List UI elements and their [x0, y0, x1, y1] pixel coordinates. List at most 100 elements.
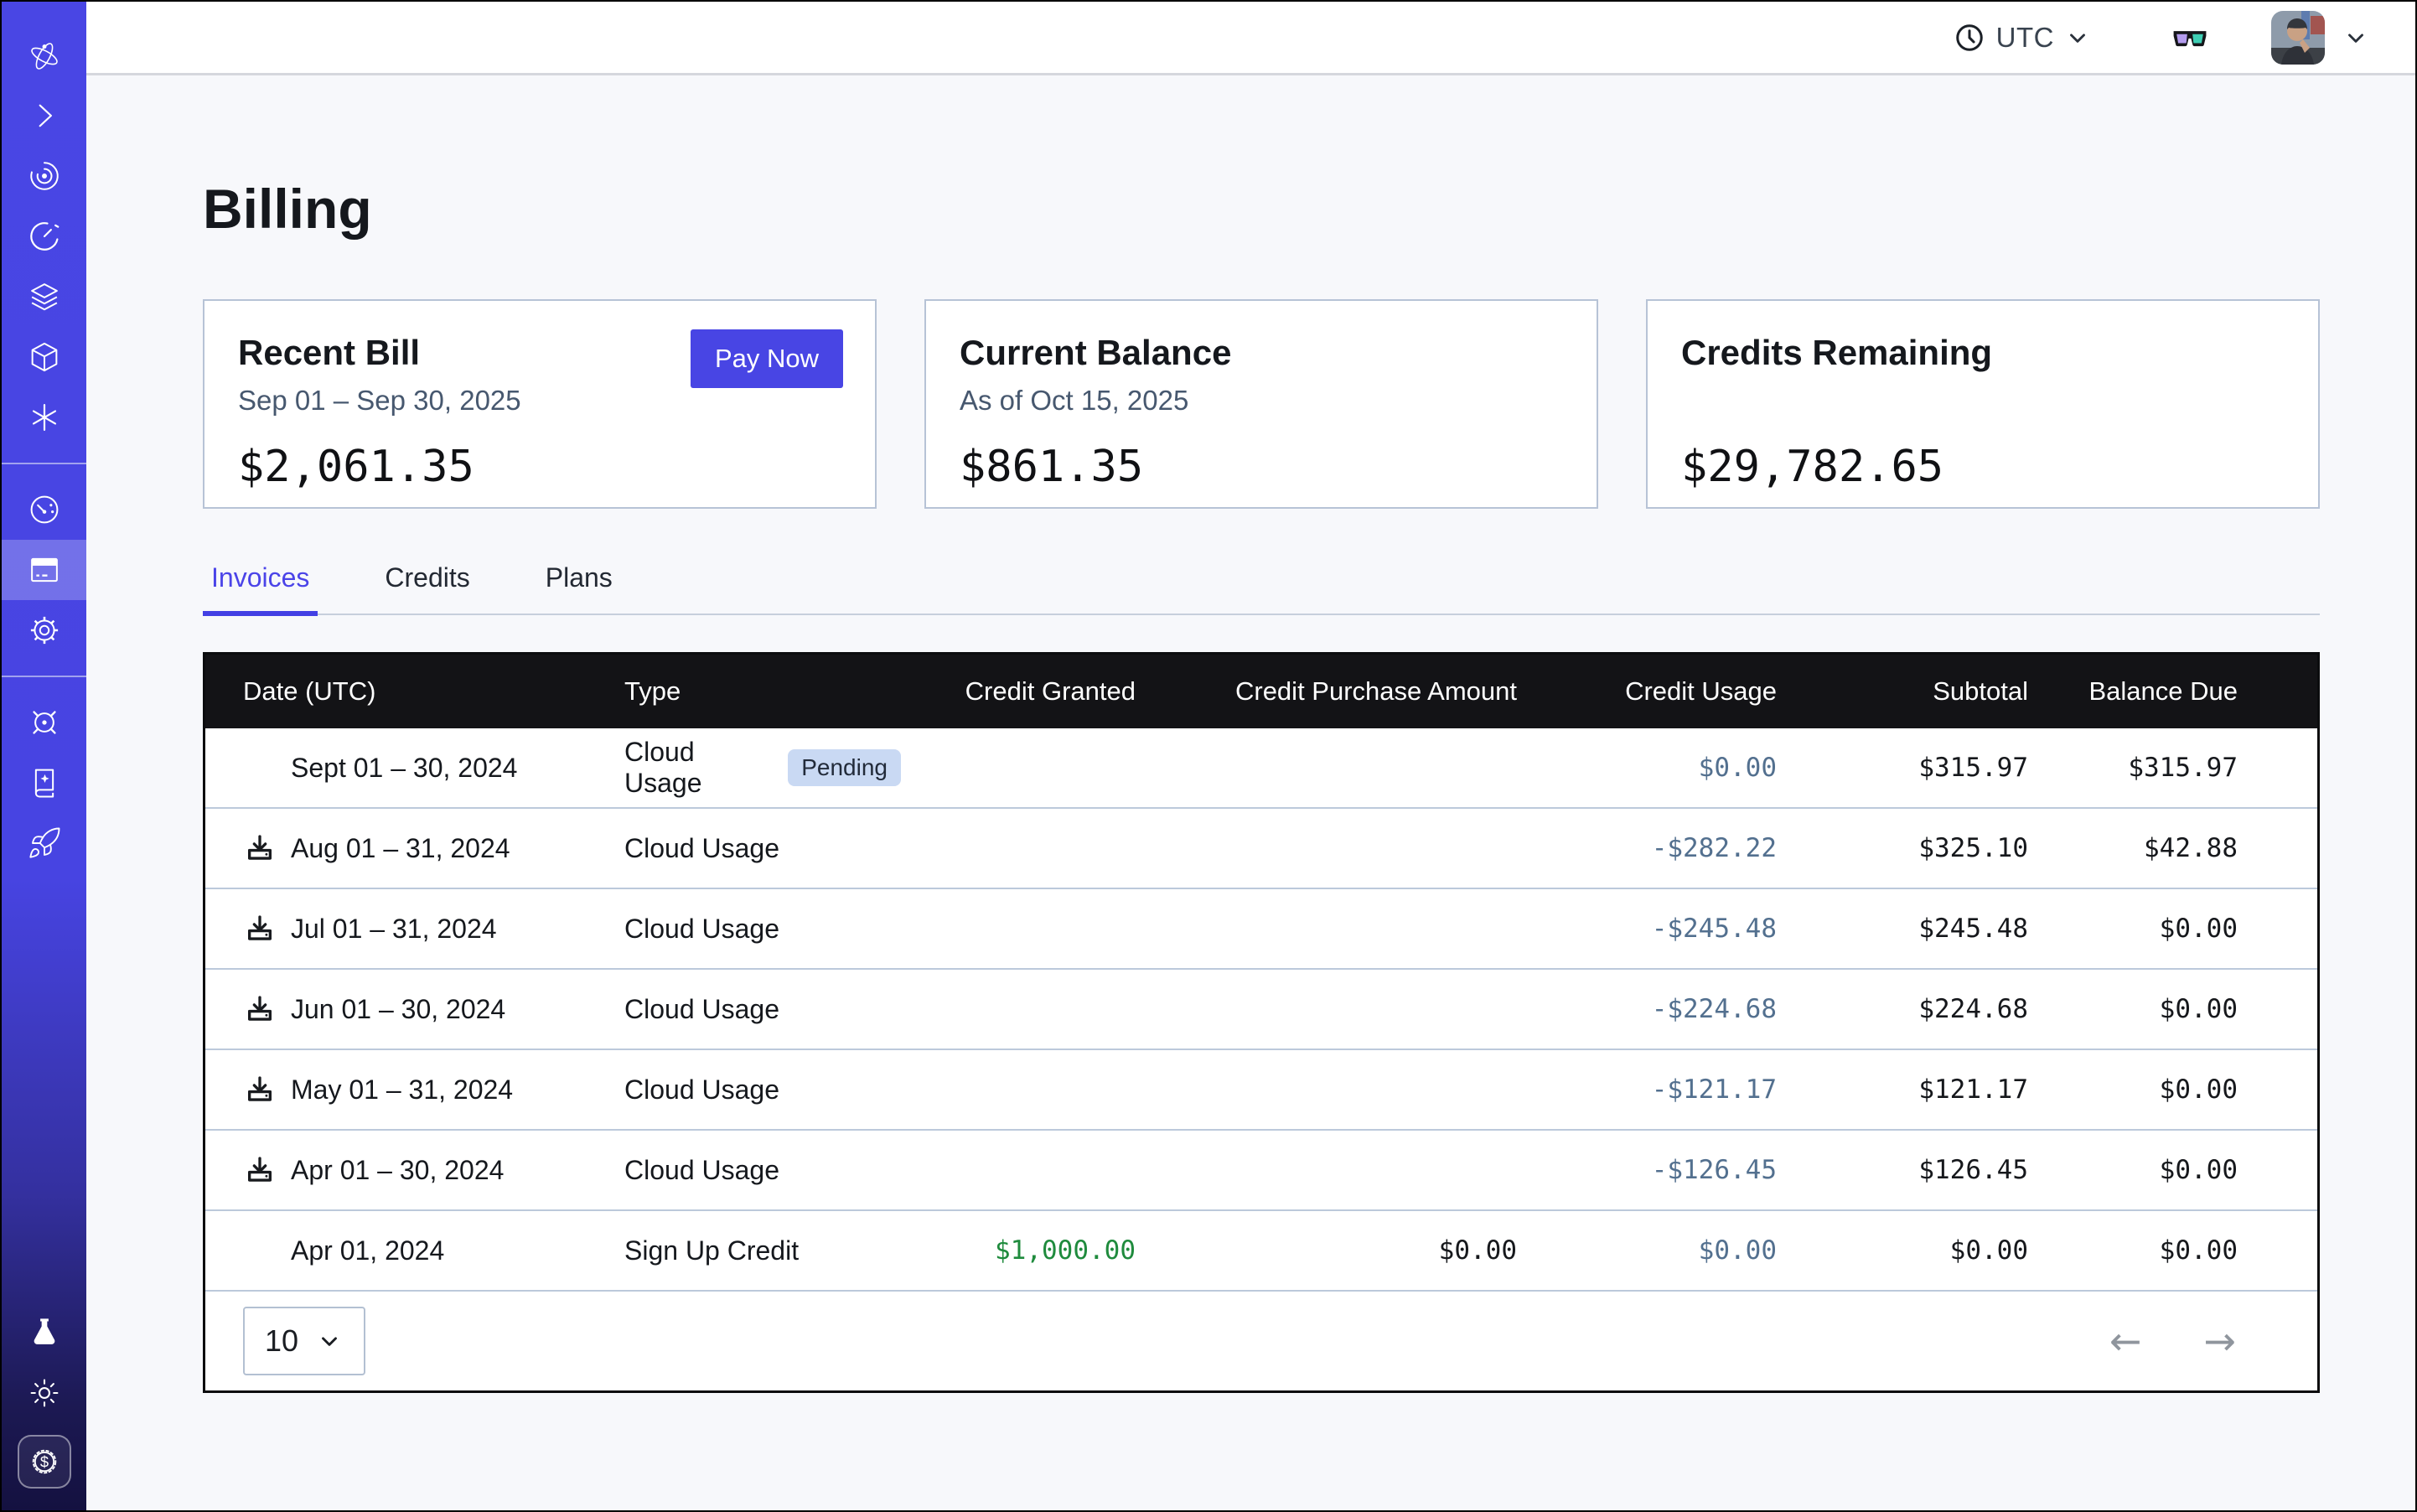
invoice-type-cell: Cloud Usage	[624, 914, 901, 945]
column-header-credit-granted: Credit Granted	[901, 676, 1136, 707]
chevron-down-icon	[2343, 25, 2368, 50]
sidebar-item-theme[interactable]	[2, 1363, 86, 1423]
sidebar-item-docs[interactable]	[2, 753, 86, 813]
invoice-type-cell: Sign Up Credit	[624, 1235, 901, 1266]
subtotal-value: $126.45	[1777, 1155, 2028, 1185]
tab-invoices[interactable]: Invoices	[203, 562, 318, 614]
page-title: Billing	[203, 177, 2415, 241]
dollar-badge-icon: $	[27, 1444, 62, 1479]
status-badge: Pending	[788, 749, 901, 786]
download-invoice-button[interactable]	[243, 1153, 277, 1187]
download-invoice-button[interactable]	[243, 1073, 277, 1106]
sidebar-item-settings[interactable]	[2, 600, 86, 660]
tab-plans[interactable]: Plans	[537, 562, 621, 614]
invoice-type: Cloud Usage	[624, 1074, 779, 1106]
credits-button[interactable]: $	[18, 1435, 71, 1489]
chevron-down-icon	[317, 1328, 342, 1354]
invoice-type: Cloud Usage	[624, 737, 769, 799]
sidebar-item-containers[interactable]	[2, 327, 86, 387]
balance-due-value: $0.00	[2028, 1074, 2238, 1105]
credit-usage-value: $0.00	[1517, 1235, 1777, 1266]
topbar: UTC	[86, 2, 2415, 75]
demo-mode-toggle[interactable]	[2171, 23, 2209, 53]
rocket-icon	[27, 826, 62, 861]
credit-usage-value: $0.00	[1517, 753, 1777, 783]
chevron-right-icon	[27, 98, 62, 133]
balance-due-value: $0.00	[2028, 1155, 2238, 1185]
current-balance-amount: $861.35	[960, 442, 1563, 492]
balance-due-value: $0.00	[2028, 994, 2238, 1024]
subtotal-value: $0.00	[1777, 1235, 2028, 1266]
subtotal-value: $325.10	[1777, 833, 2028, 863]
invoice-date: Jun 01 – 30, 2024	[291, 994, 505, 1025]
download-icon	[244, 993, 276, 1025]
credit-usage-value: -$282.22	[1517, 833, 1777, 863]
download-icon	[244, 832, 276, 864]
spiral-eye-icon	[27, 158, 62, 194]
sidebar-item-timer[interactable]	[2, 206, 86, 267]
sidebar-item-labs[interactable]	[2, 1302, 86, 1363]
app-logo[interactable]	[2, 27, 86, 85]
page-size-value: 10	[265, 1323, 298, 1359]
invoice-type: Sign Up Credit	[624, 1235, 799, 1266]
account-menu[interactable]	[2343, 25, 2368, 50]
invoice-date-cell: May 01 – 31, 2024	[205, 1073, 624, 1106]
card-subtitle	[1681, 385, 2285, 418]
user-avatar[interactable]	[2271, 11, 2325, 65]
sidebar-item-functions[interactable]	[2, 387, 86, 448]
invoice-row: Apr 01, 2024 Sign Up Credit $1,000.00 $0…	[205, 1211, 2317, 1292]
timezone-label: UTC	[1996, 22, 2054, 54]
book-sparkle-icon	[27, 765, 62, 800]
sidebar-item-billing[interactable]	[2, 540, 86, 600]
current-balance-card: Current Balance As of Oct 15, 2025 $861.…	[924, 299, 1598, 509]
invoice-date: May 01 – 31, 2024	[291, 1074, 513, 1106]
sidebar-item-usage[interactable]	[2, 479, 86, 540]
invoices-table: Date (UTC) Type Credit Granted Credit Pu…	[203, 652, 2320, 1393]
sidebar-item-support[interactable]	[2, 692, 86, 753]
column-header-date: Date (UTC)	[205, 676, 624, 707]
tab-credits[interactable]: Credits	[376, 562, 478, 614]
card-subtitle: Sep 01 – Sep 30, 2025	[238, 385, 841, 418]
previous-page-button[interactable]: ←	[2099, 1318, 2152, 1364]
card-title: Current Balance	[960, 333, 1563, 373]
subtotal-value: $121.17	[1777, 1074, 2028, 1105]
page-size-select[interactable]: 10	[243, 1307, 365, 1375]
column-header-type: Type	[624, 676, 901, 707]
download-invoice-button[interactable]	[243, 831, 277, 865]
gauge-icon	[27, 492, 62, 527]
layers-icon	[27, 279, 62, 314]
main-content: Billing Recent Bill Sep 01 – Sep 30, 202…	[86, 78, 2415, 1510]
3d-glasses-icon	[2171, 23, 2209, 53]
invoice-date-cell: Apr 01 – 30, 2024	[205, 1153, 624, 1187]
sidebar-item-layers[interactable]	[2, 267, 86, 327]
clock-icon	[1954, 22, 1985, 54]
billing-page: $ UTC	[0, 0, 2417, 1512]
sidebar-item-getting-started[interactable]	[2, 813, 86, 873]
download-invoice-button[interactable]	[243, 992, 277, 1026]
invoice-date-cell: Jun 01 – 30, 2024	[205, 992, 624, 1026]
table-footer: 10 ← →	[205, 1292, 2317, 1390]
column-header-credit-purchase: Credit Purchase Amount	[1136, 676, 1517, 707]
invoice-date-cell: Jul 01 – 31, 2024	[205, 912, 624, 945]
download-invoice-button[interactable]	[243, 912, 277, 945]
credit-usage-value: -$126.45	[1517, 1155, 1777, 1185]
billing-tabs: Invoices Credits Plans	[203, 562, 2320, 615]
flask-icon	[27, 1315, 62, 1350]
balance-due-value: $315.97	[2028, 753, 2238, 783]
billing-card-icon	[27, 552, 62, 588]
sidebar-divider	[2, 463, 86, 464]
svg-text:$: $	[39, 1452, 48, 1470]
invoice-table-body: Sept 01 – 30, 2024 Cloud Usage Pending $…	[205, 728, 2317, 1292]
credit-granted-value: $1,000.00	[901, 1235, 1136, 1266]
column-header-balance-due: Balance Due	[2028, 676, 2238, 707]
balance-due-value: $0.00	[2028, 1235, 2238, 1266]
next-page-button[interactable]: →	[2193, 1318, 2246, 1364]
sidebar-item-expand[interactable]	[2, 85, 86, 146]
invoice-row: Jul 01 – 31, 2024 Cloud Usage -$245.48 $…	[205, 889, 2317, 970]
timezone-selector[interactable]: UTC	[1954, 22, 2090, 54]
pay-now-button[interactable]: Pay Now	[691, 329, 843, 388]
sidebar-item-observe[interactable]	[2, 146, 86, 206]
invoice-type-cell: Cloud Usage Pending	[624, 737, 901, 799]
credits-remaining-amount: $29,782.65	[1681, 442, 2285, 492]
download-icon	[244, 913, 276, 945]
